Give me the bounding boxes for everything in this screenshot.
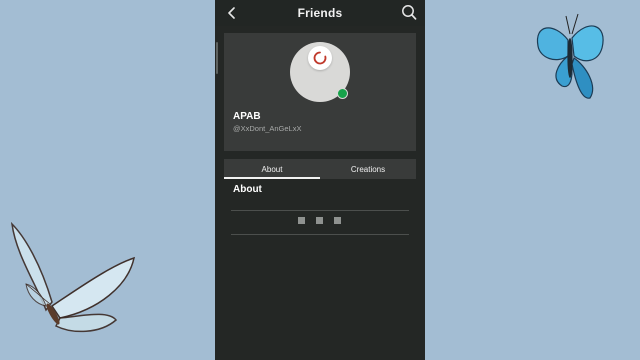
loading-indicator [298, 217, 341, 224]
blue-butterfly-decoration [536, 13, 604, 99]
avatar-badge [308, 46, 332, 70]
loading-dot [316, 217, 323, 224]
online-status-indicator [337, 88, 348, 99]
search-button[interactable] [401, 4, 417, 21]
loading-dot [298, 217, 305, 224]
divider [231, 234, 409, 235]
tab-creations[interactable]: Creations [320, 159, 416, 179]
profile-tabs: About Creations [224, 159, 416, 179]
profile-card: APAB @XxDont_AnGeLxX [224, 33, 416, 151]
scroll-indicator[interactable] [216, 42, 218, 74]
search-icon [402, 5, 417, 20]
profile-display-name: APAB [233, 111, 261, 122]
profile-username: @XxDont_AnGeLxX [233, 124, 302, 133]
chevron-left-icon [228, 7, 235, 19]
avatar[interactable] [290, 42, 350, 102]
phone-app-screen: Friends APAB @XxDont_AnGeLxX About Creat… [215, 0, 425, 360]
loading-ring-icon [313, 51, 327, 65]
top-navigation-bar: Friends [215, 0, 425, 26]
page-title: Friends [297, 6, 343, 20]
glasswing-butterfly-decoration [10, 221, 136, 333]
screen-background: Friends APAB @XxDont_AnGeLxX About Creat… [0, 0, 640, 360]
divider [231, 210, 409, 211]
about-section-heading: About [233, 184, 262, 195]
tab-about[interactable]: About [224, 159, 320, 179]
loading-dot [334, 217, 341, 224]
back-button[interactable] [225, 5, 239, 21]
